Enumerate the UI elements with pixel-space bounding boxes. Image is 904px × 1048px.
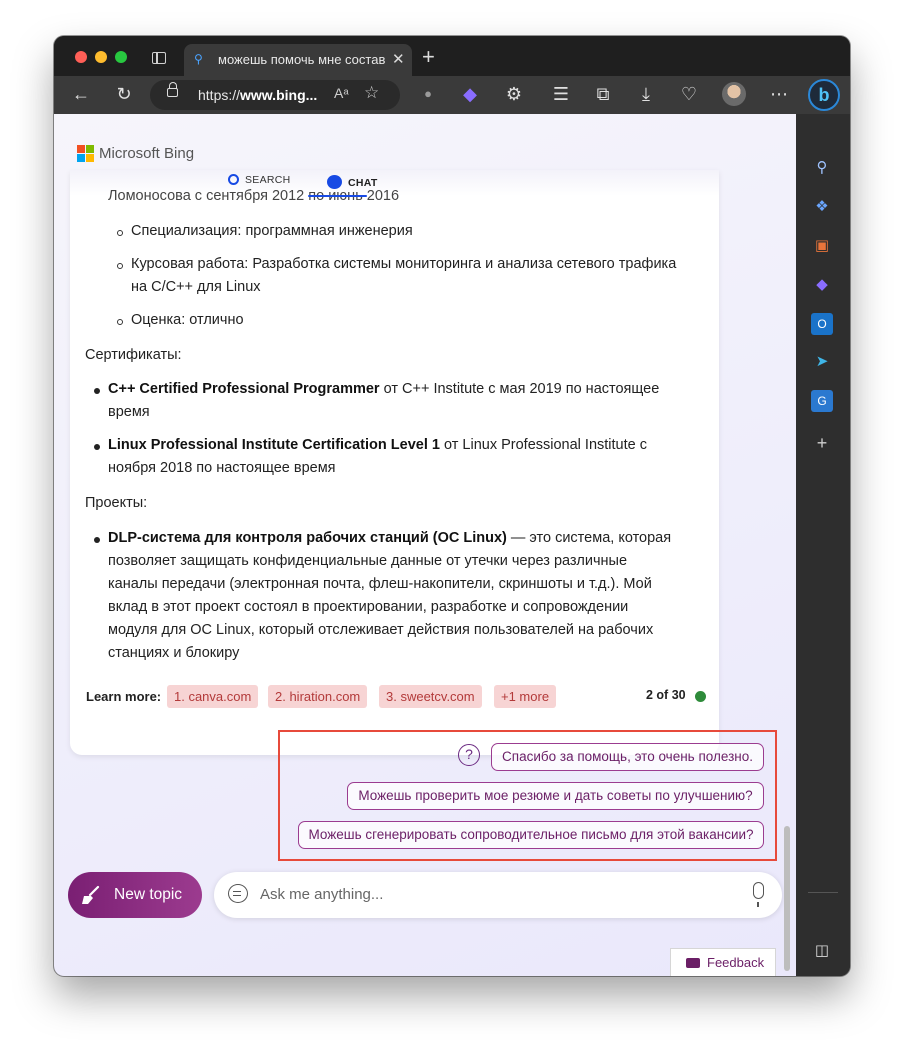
learn-more-label: Learn more: [86,689,162,704]
close-window-button[interactable] [75,51,87,63]
address-bar[interactable]: https://www.bing... Aᵃ ☆ [150,80,400,110]
url-text: https://www.bing... [198,87,318,103]
more-icon[interactable]: ⋯ [767,82,791,106]
projects-heading: Проекты: [85,495,148,511]
list-item: DLP-система для контроля рабочих станций… [108,530,672,546]
download-icon[interactable]: ⤓ [634,82,658,106]
tab-bar: ⚲ можешь помочь мне состави ✕ + [54,36,850,76]
back-icon[interactable]: ← [69,82,93,106]
microphone-icon[interactable] [753,882,764,907]
list-item-continued: модуля для ОС Linux, который отслеживает… [108,622,654,638]
new-topic-label: New topic [114,886,183,903]
chat-page: Microsoft Bing SEARCH CHAT Ломоносова с … [54,114,796,976]
source-link[interactable]: 1. canva.com [167,685,259,708]
microsoft-logo-icon [77,145,95,163]
translator-icon[interactable]: G [811,390,833,412]
copilot-icon[interactable]: ◆ [458,82,482,106]
minimize-window-button[interactable] [95,51,107,63]
list-item: Оценка: отлично [131,312,244,328]
browser-window: ⚲ можешь помочь мне состави ✕ + ← ↻ http… [54,36,850,976]
briefcase-icon[interactable]: ▣ [811,235,833,257]
list-item: Специализация: программная инженерия [131,223,413,239]
broom-icon [82,885,100,904]
list-item-continued: вклад в этот проект состоял в проектиров… [108,599,629,615]
lock-icon[interactable] [167,82,178,97]
edge-sidebar: ⚲ ❖ ▣ ◆ O ➤ G + ◫ ⚙ [796,114,850,976]
message-counter: 2 of 30 [646,688,686,702]
list-item: Курсовая работа: Разработка системы мони… [131,256,677,272]
status-indicator [695,691,706,702]
tab-title: можешь помочь мне состави [218,52,386,67]
nav-search-tab[interactable]: SEARCH [228,172,291,186]
read-aloud-icon[interactable]: Aᵃ [334,85,349,101]
search-favicon-icon: ⚲ [194,52,203,66]
refresh-icon[interactable]: ↻ [112,82,136,106]
scrollbar[interactable] [784,826,790,971]
help-icon[interactable]: ? [458,744,480,766]
chat-input-box[interactable]: Ask me anything... [214,872,782,918]
puzzle-icon[interactable]: ⚙ [502,82,526,106]
source-link[interactable]: 2. hiration.com [268,685,368,708]
tab-actions-icon[interactable] [152,52,166,64]
add-icon[interactable]: + [811,432,833,454]
tab-close-icon[interactable]: ✕ [392,50,405,68]
feedback-button[interactable]: Feedback [670,948,776,976]
copilot-icon[interactable]: ◆ [811,274,833,296]
favorite-icon[interactable]: ☆ [364,83,379,103]
collections-icon[interactable]: ⧉ [591,82,615,106]
new-tab-button[interactable]: + [422,44,435,70]
profile-avatar[interactable] [722,82,746,106]
list-item-continued: каналы передачи (электронная почта, флеш… [108,576,652,592]
list-item: C++ Certified Professional Programmer от… [108,381,660,397]
suggestion-chip[interactable]: Спасибо за помощь, это очень полезно. [491,743,764,771]
list-item-continued: станциях и блокиру [108,645,240,661]
search-icon[interactable]: ⚲ [811,157,833,179]
suggestion-chip[interactable]: Можешь проверить мое резюме и дать совет… [347,782,764,810]
send-icon[interactable]: ➤ [811,351,833,373]
source-link[interactable]: 3. sweetcv.com [379,685,482,708]
outlook-icon[interactable]: O [811,313,833,335]
search-icon [228,174,239,185]
chat-bubble-icon [228,884,248,903]
suggestion-chip[interactable]: Можешь сгенерировать сопроводительное пи… [298,821,764,849]
extension-icon[interactable]: ● [416,82,440,106]
new-topic-button[interactable]: New topic [68,872,202,918]
tag-icon[interactable]: ❖ [811,196,833,218]
feedback-icon [686,958,700,968]
certificates-heading: Сертификаты: [85,347,182,363]
brand-name: Microsoft Bing [99,145,195,162]
bing-chat-icon[interactable]: b [808,79,840,111]
active-tab[interactable]: ⚲ можешь помочь мне состави ✕ [184,44,412,76]
chat-input-placeholder[interactable]: Ask me anything... [260,886,383,903]
health-icon[interactable]: ♡ [677,82,701,106]
list-item: Linux Professional Institute Certificati… [108,437,647,453]
browser-toolbar: ← ↻ https://www.bing... Aᵃ ☆ ● ◆ ⚙ ☰ ⧉ ⤓… [54,76,850,114]
list-item-continued: на C/C++ для Linux [131,279,261,295]
education-line: Ломоносова с сентября 2012 по июнь 2016 [108,188,400,204]
maximize-window-button[interactable] [115,51,127,63]
sidebar-toggle-icon[interactable]: ◫ [811,940,833,962]
list-item-continued: ноября 2018 по настоящее время [108,460,336,476]
favorites-icon[interactable]: ☰ [549,82,573,106]
list-item-continued: время [108,404,150,420]
list-item-continued: позволяет защищать конфиденциальные данн… [108,553,628,569]
more-sources-link[interactable]: +1 more [494,685,557,708]
